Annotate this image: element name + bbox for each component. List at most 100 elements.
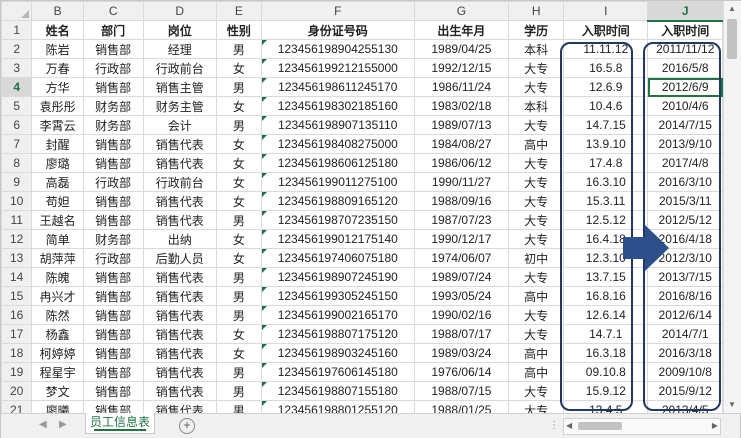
row-header[interactable]: 19 <box>1 362 33 382</box>
column-header-g[interactable]: G <box>413 1 510 21</box>
cell[interactable]: 123456198606125180 <box>260 153 415 173</box>
cell[interactable]: 09.10.8 <box>563 362 649 382</box>
cell[interactable]: 12.6.14 <box>563 305 649 325</box>
cell[interactable]: 行政部 <box>82 58 144 78</box>
vertical-scrollbar[interactable]: ▲ ▼ <box>723 1 741 413</box>
cell[interactable]: 销售部 <box>82 343 144 363</box>
row-header[interactable]: 18 <box>1 343 33 363</box>
cell[interactable]: 2012/6/9 <box>647 77 723 97</box>
cell[interactable]: 1987/07/23 <box>413 210 510 230</box>
cell[interactable]: 15.3.11 <box>563 191 649 211</box>
scroll-up-icon[interactable]: ▲ <box>727 4 737 14</box>
row-header[interactable]: 21 <box>1 400 33 413</box>
cell[interactable]: 123456198807175120 <box>260 324 415 344</box>
cell[interactable]: 陈然 <box>31 305 84 325</box>
cell[interactable]: 万春 <box>31 58 84 78</box>
sheet-tab-employee-info[interactable]: 员工信息表 <box>85 413 155 434</box>
cell[interactable]: 1976/06/14 <box>413 362 510 382</box>
cell[interactable]: 女 <box>215 248 262 268</box>
cell[interactable]: 1983/02/18 <box>413 96 510 116</box>
row-header[interactable]: 14 <box>1 267 33 287</box>
cell[interactable]: 2014/7/1 <box>647 324 723 344</box>
cell[interactable]: 大专 <box>508 400 565 413</box>
cell[interactable]: 123456198408275000 <box>260 134 415 154</box>
cell[interactable]: 1989/04/25 <box>413 39 510 59</box>
cell[interactable]: 1988/01/25 <box>413 400 510 413</box>
scroll-down-icon[interactable]: ▼ <box>727 400 737 410</box>
cell[interactable]: 2010/4/6 <box>647 96 723 116</box>
cell[interactable]: 1984/08/27 <box>413 134 510 154</box>
cell[interactable]: 大专 <box>508 172 565 192</box>
split-handle-icon[interactable]: ⋮ <box>549 420 559 431</box>
cell[interactable]: 销售代表 <box>142 153 217 173</box>
cell[interactable]: 2013/4/5 <box>647 400 723 413</box>
cell[interactable]: 男 <box>215 305 262 325</box>
cell[interactable]: 财务部 <box>82 115 144 135</box>
row-header[interactable]: 12 <box>1 229 33 249</box>
column-header-i[interactable]: I <box>563 1 649 21</box>
cell[interactable]: 1986/11/24 <box>413 77 510 97</box>
cell[interactable]: 袁彤彤 <box>31 96 84 116</box>
cell[interactable]: 123456199212155000 <box>260 58 415 78</box>
cell[interactable]: 女 <box>215 191 262 211</box>
field-header[interactable]: 学历 <box>508 20 565 40</box>
cell[interactable]: 高中 <box>508 286 565 306</box>
cell[interactable]: 12.6.9 <box>563 77 649 97</box>
cell[interactable]: 销售部 <box>82 191 144 211</box>
cell[interactable]: 2016/3/18 <box>647 343 723 363</box>
cell[interactable]: 17.4.8 <box>563 153 649 173</box>
cell[interactable]: 123456197406075180 <box>260 248 415 268</box>
cell[interactable]: 2014/7/15 <box>647 115 723 135</box>
cell[interactable]: 高中 <box>508 134 565 154</box>
cell[interactable]: 1974/06/07 <box>413 248 510 268</box>
cell[interactable]: 胡萍萍 <box>31 248 84 268</box>
cell[interactable]: 女 <box>215 134 262 154</box>
cell[interactable]: 销售部 <box>82 305 144 325</box>
field-header[interactable]: 性别 <box>215 20 262 40</box>
cell[interactable]: 男 <box>215 210 262 230</box>
cell[interactable]: 男 <box>215 400 262 413</box>
cell[interactable]: 大专 <box>508 191 565 211</box>
cell[interactable]: 后勤人员 <box>142 248 217 268</box>
cell[interactable]: 行政部 <box>82 248 144 268</box>
cell[interactable]: 女 <box>215 324 262 344</box>
cell[interactable]: 销售部 <box>82 267 144 287</box>
column-header-e[interactable]: E <box>215 1 262 21</box>
cell[interactable]: 2011/11/12 <box>647 39 723 59</box>
cell[interactable]: 销售代表 <box>142 343 217 363</box>
cell[interactable]: 方华 <box>31 77 84 97</box>
row-header[interactable]: 17 <box>1 324 33 344</box>
cell[interactable]: 销售部 <box>82 400 144 413</box>
cell[interactable]: 行政前台 <box>142 172 217 192</box>
cell[interactable]: 16.5.8 <box>563 58 649 78</box>
cell[interactable]: 本科 <box>508 96 565 116</box>
cell[interactable]: 123456199011275100 <box>260 172 415 192</box>
horizontal-scrollbar[interactable]: ◀ ▶ <box>563 418 721 435</box>
h-scroll-thumb[interactable] <box>578 422 622 430</box>
cell[interactable]: 简单 <box>31 229 84 249</box>
row-header[interactable]: 3 <box>1 58 33 78</box>
cell[interactable]: 大专 <box>508 115 565 135</box>
cell[interactable]: 冉兴才 <box>31 286 84 306</box>
cell[interactable]: 15.9.12 <box>563 381 649 401</box>
column-header-f[interactable]: F <box>260 1 415 21</box>
cell[interactable]: 123456198801255120 <box>260 400 415 413</box>
cell[interactable]: 大专 <box>508 210 565 230</box>
row-header[interactable]: 6 <box>1 115 33 135</box>
cell[interactable]: 男 <box>215 381 262 401</box>
cell[interactable]: 1992/12/15 <box>413 58 510 78</box>
cell[interactable]: 大专 <box>508 267 565 287</box>
field-header[interactable]: 姓名 <box>31 20 84 40</box>
cell[interactable]: 123456198807155180 <box>260 381 415 401</box>
cell[interactable]: 1986/06/12 <box>413 153 510 173</box>
cell[interactable]: 销售代表 <box>142 381 217 401</box>
cell[interactable]: 14.7.15 <box>563 115 649 135</box>
cell[interactable]: 1988/07/15 <box>413 381 510 401</box>
cell[interactable]: 高中 <box>508 362 565 382</box>
cell[interactable]: 程星宇 <box>31 362 84 382</box>
cell[interactable]: 大专 <box>508 77 565 97</box>
cell[interactable]: 大专 <box>508 229 565 249</box>
cell[interactable]: 1993/05/24 <box>413 286 510 306</box>
cell[interactable]: 男 <box>215 39 262 59</box>
row-header[interactable]: 16 <box>1 305 33 325</box>
